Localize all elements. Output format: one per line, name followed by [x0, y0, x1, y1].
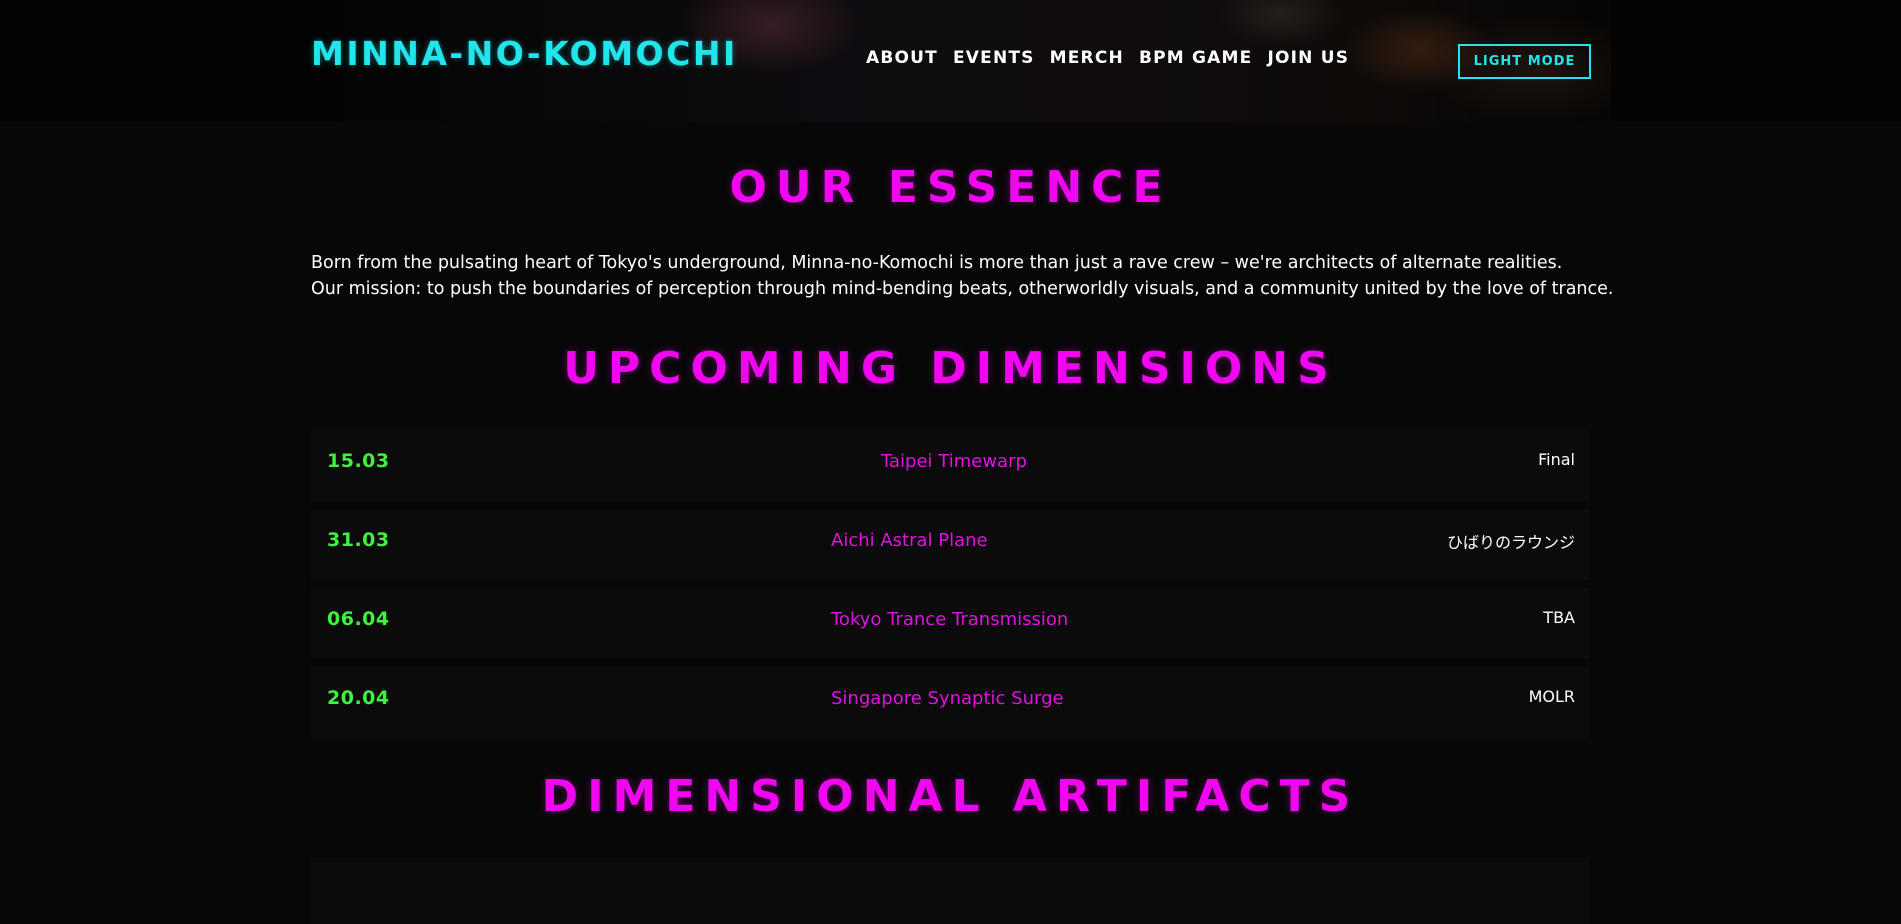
event-date: 15.03: [327, 450, 390, 472]
event-name-link[interactable]: Singapore Synaptic Surge: [831, 688, 1064, 709]
about-line-2: Our mission: to push the boundaries of p…: [311, 279, 1614, 299]
section-title-upcoming-dimensions: UPCOMING DIMENSIONS: [563, 343, 1338, 394]
event-name-link[interactable]: Taipei Timewarp: [881, 451, 1027, 472]
section-title-dimensional-artifacts: DIMENSIONAL ARTIFACTS: [541, 771, 1360, 822]
event-row: 15.03 Taipei Timewarp Final: [311, 430, 1590, 501]
nav-link-events[interactable]: EVENTS: [953, 48, 1035, 68]
artifacts-panel: [311, 858, 1590, 924]
nav-link-merch[interactable]: MERCH: [1050, 48, 1124, 68]
event-venue: Final: [1538, 450, 1575, 469]
nav-link-about[interactable]: ABOUT: [866, 48, 938, 68]
event-date: 06.04: [327, 608, 390, 630]
event-date: 20.04: [327, 687, 390, 709]
about-description: Born from the pulsating heart of Tokyo's…: [311, 250, 1614, 302]
events-list: 15.03 Taipei Timewarp Final 31.03 Aichi …: [311, 430, 1590, 746]
nav-link-join-us[interactable]: JOIN US: [1267, 48, 1349, 68]
event-date: 31.03: [327, 529, 390, 551]
header-bar: MINNA-NO-KOMOCHI ABOUT EVENTS MERCH BPM …: [0, 0, 1901, 122]
about-line-1: Born from the pulsating heart of Tokyo's…: [311, 253, 1563, 273]
event-row: 20.04 Singapore Synaptic Surge MOLR: [311, 667, 1590, 738]
event-row: 31.03 Aichi Astral Plane ひばりのラウンジ: [311, 509, 1590, 580]
event-venue: MOLR: [1528, 687, 1575, 706]
event-row: 06.04 Tokyo Trance Transmission TBA: [311, 588, 1590, 659]
section-title-our-essence: OUR ESSENCE: [729, 162, 1172, 213]
site-logo[interactable]: MINNA-NO-KOMOCHI: [311, 34, 738, 73]
light-mode-toggle-button[interactable]: LIGHT MODE: [1458, 44, 1591, 79]
main-nav: ABOUT EVENTS MERCH BPM GAME JOIN US: [866, 48, 1349, 68]
event-venue: TBA: [1543, 608, 1575, 627]
event-venue: ひばりのラウンジ: [1446, 533, 1575, 552]
event-name-link[interactable]: Tokyo Trance Transmission: [831, 609, 1068, 630]
event-name-link[interactable]: Aichi Astral Plane: [831, 530, 988, 551]
nav-link-bpm-game[interactable]: BPM GAME: [1139, 48, 1253, 68]
site-header: MINNA-NO-KOMOCHI ABOUT EVENTS MERCH BPM …: [0, 0, 1901, 122]
